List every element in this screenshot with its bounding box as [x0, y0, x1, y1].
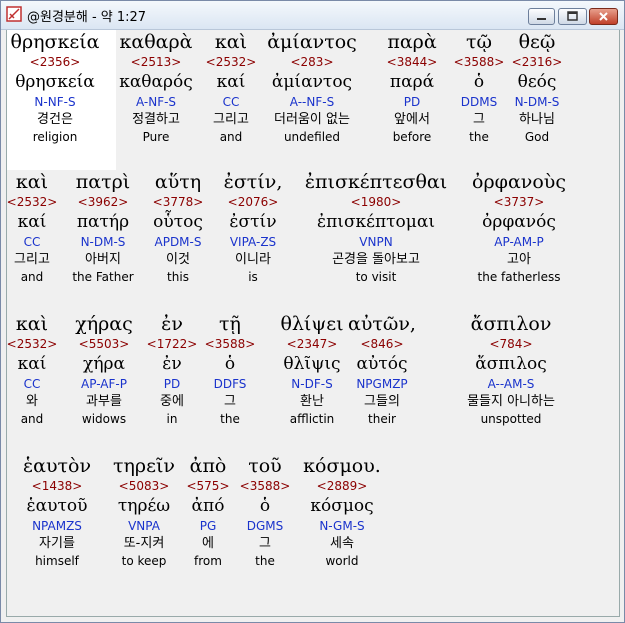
- word-english: God: [524, 130, 550, 144]
- word-column[interactable]: ὀρφανοὺς <3737> ὀρφανός AP-AM-P 고아 the father…: [439, 170, 599, 285]
- word-greek[interactable]: θεῷ: [519, 30, 556, 54]
- interlinear-pane: θρησκεία <2356> θρησκεία N-NF-S 경건은 religion κ…: [6, 30, 620, 617]
- word-lemma: ἐστίν: [229, 212, 277, 232]
- word-english: unspotted: [480, 412, 542, 426]
- word-korean: 경건은: [37, 112, 73, 127]
- word-strong[interactable]: <1980>: [351, 194, 402, 211]
- word-parse: A--AM-S: [487, 377, 535, 391]
- word-english: is: [248, 270, 258, 284]
- word-korean: 곤경을 돌아보고: [332, 252, 420, 267]
- word-english: their: [368, 412, 396, 426]
- word-strong[interactable]: <2076>: [228, 194, 279, 211]
- word-column[interactable]: θεῷ <2316> θεός N-DM-S 하나님 God: [457, 30, 617, 145]
- word-korean: 그들의: [364, 394, 400, 409]
- minimize-button[interactable]: [528, 8, 555, 25]
- word-strong[interactable]: <283>: [290, 54, 333, 71]
- word-lemma: ἄσπιλος: [475, 354, 547, 374]
- word-korean: 이니라: [235, 252, 271, 267]
- word-column[interactable]: κόσμου. <2889> κόσμος N-GM-S 세속 world: [262, 454, 422, 569]
- word-strong[interactable]: <846>: [360, 336, 403, 353]
- minimize-icon: [537, 18, 546, 20]
- word-parse: VNPN: [359, 235, 393, 249]
- word-greek[interactable]: αὐτῶν,: [348, 312, 416, 336]
- word-korean: 고아: [507, 252, 531, 267]
- word-parse: N-GM-S: [319, 519, 365, 533]
- word-column[interactable]: ἄσπιλον <784> ἄσπιλος A--AM-S 물들지 아니하는 unspot…: [431, 312, 591, 427]
- word-parse: AP-AM-P: [494, 235, 544, 249]
- word-column[interactable]: ἐπισκέπτεσθαι <1980> ἐπισκέπτομαι VNPN 곤경을 돌…: [296, 170, 456, 285]
- word-lemma: αὐτός: [356, 354, 408, 374]
- close-button[interactable]: [589, 8, 618, 25]
- word-lemma: ἐπισκέπτομαι: [316, 212, 435, 232]
- window-title: @원경분해 - 약 1:27: [27, 10, 147, 25]
- word-greek[interactable]: ἄσπιλον: [471, 312, 552, 336]
- word-parse: A--NF-S: [289, 95, 335, 109]
- word-strong[interactable]: <2889>: [317, 478, 368, 495]
- title-bar[interactable]: @원경분해 - 약 1:27: [1, 1, 624, 30]
- app-window: @원경분해 - 약 1:27 θρησκεία <2356> θρησκεία N-N…: [0, 0, 625, 623]
- word-parse: N-DM-S: [514, 95, 560, 109]
- word-parse: NPGMZP: [356, 377, 408, 391]
- word-english: to visit: [355, 270, 397, 284]
- word-korean: 하나님: [519, 112, 555, 127]
- word-korean: 세속: [330, 536, 354, 551]
- word-lemma: ὀρφανός: [482, 212, 556, 232]
- word-greek[interactable]: κόσμου.: [303, 454, 381, 478]
- word-english: world: [325, 554, 359, 568]
- word-strong[interactable]: <2316>: [512, 54, 563, 71]
- word-korean: 물들지 아니하는: [467, 394, 555, 409]
- word-parse: VIPA-ZS: [229, 235, 277, 249]
- maximize-button[interactable]: [558, 8, 587, 25]
- word-parse: N-NF-S: [34, 95, 76, 109]
- word-greek[interactable]: ἐπισκέπτεσθαι: [305, 170, 447, 194]
- maximize-icon: [567, 11, 578, 21]
- word-greek[interactable]: ἐστίν,: [224, 170, 283, 194]
- word-strong[interactable]: <784>: [489, 336, 532, 353]
- word-english: religion: [32, 130, 78, 144]
- word-strong[interactable]: <2356>: [30, 54, 81, 71]
- close-icon: [599, 12, 608, 21]
- word-lemma: θεός: [517, 72, 557, 92]
- word-greek[interactable]: ὀρφανοὺς: [472, 170, 566, 194]
- word-english: the fatherless: [477, 270, 561, 284]
- word-lemma: κόσμος: [310, 496, 374, 516]
- app-icon: [6, 6, 22, 22]
- word-strong[interactable]: <3737>: [494, 194, 545, 211]
